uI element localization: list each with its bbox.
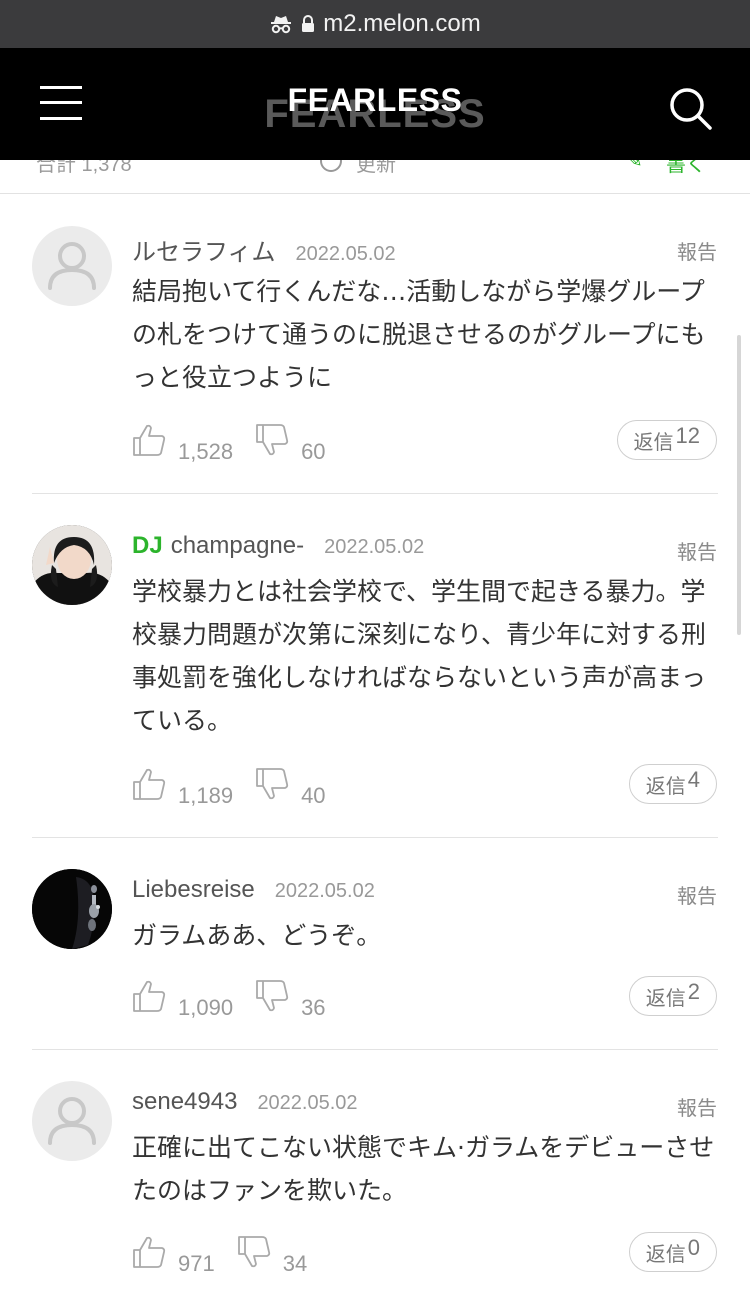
comment-item: sene4943 2022.05.02 報告 正確に出てこない状態でキム·ガラム…	[0, 1080, 750, 1290]
like-button[interactable]: 1,189	[132, 767, 233, 808]
thumbs-up-icon	[133, 980, 166, 1012]
reply-count: 0	[687, 1235, 700, 1260]
user-photo	[32, 525, 112, 605]
user-placeholder-icon	[48, 1097, 96, 1145]
comment-author[interactable]: ルセラフィム	[132, 232, 276, 267]
like-count: 1,528	[178, 439, 234, 464]
dislike-button[interactable]: 60	[255, 423, 326, 464]
comment-text: ガラムああ、どうぞ。	[132, 921, 382, 950]
page-title: FEARLESS	[287, 82, 463, 118]
comment-author[interactable]: champagne-	[171, 532, 304, 560]
reply-button[interactable]: 返信 4	[628, 764, 717, 804]
thumbs-up-icon	[133, 1236, 166, 1268]
dislike-button[interactable]: 40	[255, 767, 326, 808]
dislike-count: 40	[301, 783, 326, 808]
divider	[32, 1049, 718, 1050]
like-button[interactable]: 1,090	[132, 979, 233, 1020]
hamburger-icon	[40, 86, 82, 89]
comment-actions: 1,090 36	[132, 976, 326, 1020]
dislike-count: 60	[301, 439, 326, 464]
comment-text: 正確に出てこない状態でキム·ガラムをデビューさせたのはファンを欺いた。	[132, 1133, 715, 1205]
comment-actions: 971 34	[132, 1232, 307, 1276]
reply-label: 返信	[645, 1241, 686, 1266]
dislike-count: 34	[282, 1251, 308, 1276]
report-button[interactable]: 報告	[677, 236, 717, 265]
reply-label: 返信	[645, 985, 686, 1010]
thumbs-down-icon	[237, 1236, 270, 1268]
dislike-button[interactable]: 34	[237, 1235, 307, 1276]
page-header: FEARLESS FEARLESS	[0, 48, 750, 160]
reply-count: 2	[687, 979, 700, 1004]
total-count: 合計 1,378	[36, 160, 132, 176]
comment-item: ルセラフィム 2022.05.02 報告 結局抱いて行くんだな…活動しながら学爆…	[0, 224, 750, 484]
reply-count: 4	[687, 767, 700, 792]
comment-toolbar: 合計 1,378 更新 ✎ 書く	[0, 160, 750, 194]
thumbs-down-icon	[256, 768, 289, 800]
reply-button[interactable]: 返信 12	[616, 420, 717, 460]
lock-icon	[301, 15, 315, 33]
user-photo	[32, 869, 112, 949]
divider	[32, 837, 718, 838]
avatar[interactable]	[32, 1081, 112, 1161]
comment-item: Liebesreise 2022.05.02 報告 ガラムああ、どうぞ。 1,0…	[0, 868, 750, 1038]
write-icon[interactable]: ✎	[626, 160, 643, 173]
comment-meta: sene4943 2022.05.02	[132, 1088, 358, 1116]
refresh-button[interactable]: 更新	[356, 160, 396, 177]
comment-text: 結局抱いて行くんだな…活動しながら学爆グループの札をつけて通うのに脱退させるのが…	[132, 277, 706, 392]
thumbs-up-icon	[133, 768, 166, 800]
dislike-count: 36	[301, 995, 326, 1020]
write-button[interactable]: 書く	[666, 160, 706, 177]
avatar[interactable]	[32, 869, 112, 949]
comment-date: 2022.05.02	[257, 1092, 358, 1114]
comment-item: DJ champagne- 2022.05.02 報告 学校暴力とは社会学校で、…	[0, 524, 750, 824]
reply-label: 返信	[645, 773, 686, 798]
reply-count: 12	[675, 423, 700, 448]
report-button[interactable]: 報告	[677, 880, 717, 909]
reply-button[interactable]: 返信 0	[628, 1232, 717, 1272]
dislike-button[interactable]: 36	[255, 979, 326, 1020]
comment-author[interactable]: sene4943	[132, 1088, 237, 1116]
comment-date: 2022.05.02	[295, 243, 396, 265]
search-icon	[670, 88, 712, 130]
comment-meta: ルセラフィム 2022.05.02	[132, 232, 396, 267]
reply-button[interactable]: 返信 2	[628, 976, 717, 1016]
like-button[interactable]: 971	[132, 1235, 215, 1276]
scrollbar[interactable]	[737, 335, 741, 635]
reply-label: 返信	[633, 429, 674, 454]
like-count: 971	[178, 1251, 215, 1276]
like-count: 1,189	[178, 783, 234, 808]
like-count: 1,090	[178, 995, 234, 1020]
like-button[interactable]: 1,528	[132, 423, 233, 464]
comment-author[interactable]: Liebesreise	[132, 876, 255, 904]
comment-actions: 1,528 60	[132, 420, 326, 464]
search-button[interactable]	[667, 85, 713, 131]
comment-meta: Liebesreise 2022.05.02	[132, 876, 375, 904]
menu-button[interactable]	[40, 86, 82, 120]
comment-text: 学校暴力とは社会学校で、学生間で起きる暴力。学校暴力問題が次第に深刻になり、青少…	[132, 577, 707, 735]
avatar[interactable]	[32, 226, 112, 306]
browser-url-bar[interactable]: m2.melon.com	[0, 0, 750, 48]
thumbs-up-icon	[133, 424, 166, 456]
comment-meta: DJ champagne- 2022.05.02	[132, 532, 424, 560]
comment-actions: 1,189 40	[132, 764, 326, 808]
report-button[interactable]: 報告	[677, 536, 717, 565]
incognito-icon	[269, 13, 293, 35]
avatar[interactable]	[32, 525, 112, 605]
dj-badge: DJ	[132, 532, 163, 559]
report-button[interactable]: 報告	[677, 1092, 717, 1121]
refresh-icon[interactable]	[318, 160, 344, 180]
comment-date: 2022.05.02	[324, 536, 425, 558]
thumbs-down-icon	[256, 980, 289, 1012]
comment-date: 2022.05.02	[274, 880, 375, 902]
user-placeholder-icon	[48, 242, 96, 290]
thumbs-down-icon	[256, 424, 289, 456]
divider	[32, 493, 718, 494]
url-text: m2.melon.com	[323, 10, 481, 37]
